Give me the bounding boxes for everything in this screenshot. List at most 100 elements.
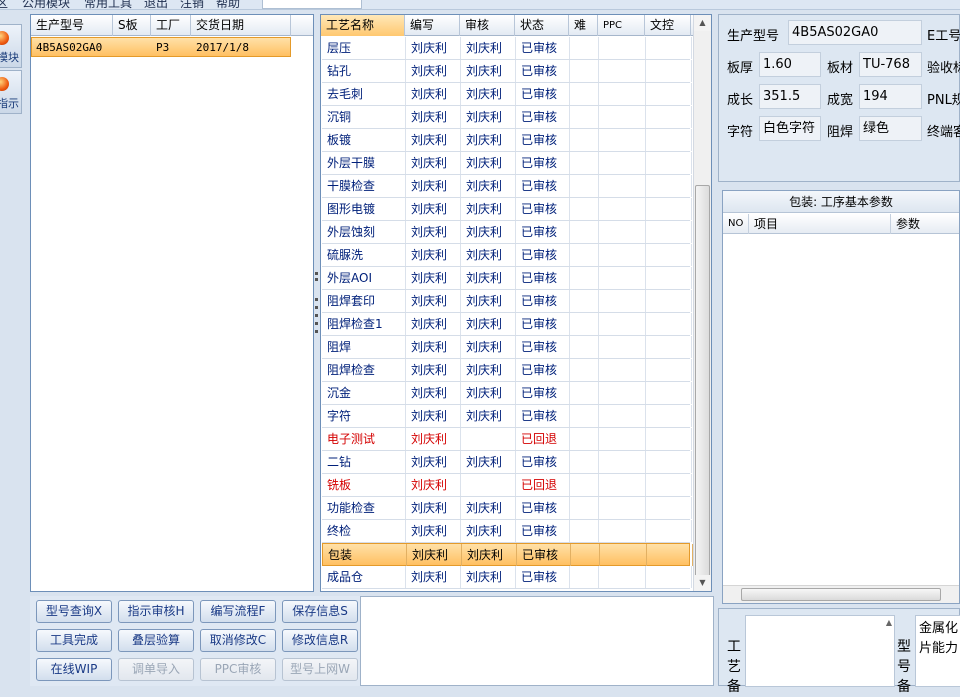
cell-factory: P3 <box>156 41 170 54</box>
table-row[interactable]: 阻焊 刘庆利 刘庆利 已审核 <box>322 336 692 359</box>
table-row[interactable]: 功能检查 刘庆利 刘庆利 已审核 <box>322 497 692 520</box>
menu-search-box[interactable] <box>262 0 362 9</box>
cell-difficulty <box>570 129 599 151</box>
col-model[interactable]: 生产型号 <box>31 15 113 36</box>
edit-flow-button[interactable]: 编写流程F <box>200 600 276 623</box>
cell-reviewer: 刘庆利 <box>461 244 516 266</box>
table-row[interactable]: 二钻 刘庆利 刘庆利 已审核 <box>322 451 692 474</box>
model-query-button[interactable]: 型号查询X <box>36 600 112 623</box>
table-row[interactable]: 字符 刘庆利 刘庆利 已审核 <box>322 405 692 428</box>
cell-author: 刘庆利 <box>406 267 461 289</box>
table-row[interactable]: 阻焊套印 刘庆利 刘庆利 已审核 <box>322 290 692 313</box>
online-wip-button[interactable]: 在线WIP <box>36 658 112 681</box>
scroll-up-arrow-icon[interactable]: ▲ <box>886 618 892 627</box>
table-row[interactable]: 干膜检查 刘庆利 刘庆利 已审核 <box>322 175 692 198</box>
table-row[interactable]: 电子测试 刘庆利 已回退 <box>322 428 692 451</box>
thickness-field[interactable]: 1.60 <box>759 52 821 77</box>
table-row[interactable]: 沉铜 刘庆利 刘庆利 已审核 <box>322 106 692 129</box>
cell-author: 刘庆利 <box>406 198 461 220</box>
table-row[interactable]: 4B5AS02GA0 P3 2017/1/8 <box>31 37 291 57</box>
params-title: 包装: 工序基本参数 <box>723 191 959 213</box>
accept-label: 验收标 <box>927 61 960 76</box>
cell-doc-control <box>646 313 692 335</box>
scroll-thumb[interactable] <box>695 185 710 577</box>
table-row[interactable]: 硫脲洗 刘庆利 刘庆利 已审核 <box>322 244 692 267</box>
cell-reviewer: 刘庆利 <box>461 405 516 427</box>
cell-difficulty <box>570 336 599 358</box>
menu-item-exit[interactable]: 退出 <box>144 0 168 9</box>
col-author[interactable]: 编写 <box>405 15 460 36</box>
col-reviewer[interactable]: 审核 <box>460 15 515 36</box>
tool-complete-button[interactable]: 工具完成 <box>36 629 112 652</box>
stackup-check-button[interactable]: 叠层验算 <box>118 629 194 652</box>
mask-field[interactable]: 绿色 <box>859 116 922 141</box>
col-difficulty[interactable]: 难 <box>569 15 598 36</box>
cell-process-name: 成品仓 <box>322 566 406 588</box>
save-info-button[interactable]: 保存信息S <box>282 600 358 623</box>
table-row[interactable]: 阻焊检查1 刘庆利 刘庆利 已审核 <box>322 313 692 336</box>
col-doc-control[interactable]: 文控 <box>645 15 691 36</box>
cell-doc-control <box>646 290 692 312</box>
length-field[interactable]: 351.5 <box>759 84 821 109</box>
review-instruction-button[interactable]: 指示审核H <box>118 600 194 623</box>
menu-item-logout[interactable]: 注销 <box>180 0 204 9</box>
nav-instruction-button[interactable]: 指示 <box>0 70 22 114</box>
cancel-edit-button[interactable]: 取消修改C <box>200 629 276 652</box>
ppc-review-button[interactable]: PPC审核 <box>200 658 276 681</box>
order-import-button[interactable]: 调单导入 <box>118 658 194 681</box>
model-publish-button[interactable]: 型号上网W <box>282 658 358 681</box>
col-item[interactable]: 项目 <box>749 214 891 234</box>
table-row[interactable]: 沉金 刘庆利 刘庆利 已审核 <box>322 382 692 405</box>
table-row[interactable]: 成品仓 刘庆利 刘庆利 已审核 <box>322 566 692 589</box>
width-field[interactable]: 194 <box>859 84 922 109</box>
col-status[interactable]: 状态 <box>515 15 569 36</box>
col-s-board[interactable]: S板 <box>113 15 151 36</box>
table-row[interactable]: 钻孔 刘庆利 刘庆利 已审核 <box>322 60 692 83</box>
cell-status: 已回退 <box>516 474 570 496</box>
cell-author: 刘庆利 <box>406 359 461 381</box>
model-remark-textarea[interactable]: 金属化 片能力 <box>915 615 960 687</box>
cell-status: 已审核 <box>516 405 570 427</box>
process-remark-textarea[interactable]: ▲ <box>745 615 895 687</box>
params-hscrollbar[interactable] <box>723 585 959 603</box>
material-field[interactable]: TU-768 <box>859 52 922 77</box>
table-row[interactable]: 外层蚀刻 刘庆利 刘庆利 已审核 <box>322 221 692 244</box>
cell-difficulty <box>570 83 599 105</box>
table-row[interactable]: 图形电镀 刘庆利 刘庆利 已审核 <box>322 198 692 221</box>
nav-module-button[interactable]: 模块 <box>0 24 22 68</box>
table-row[interactable]: 终检 刘庆利 刘庆利 已审核 <box>322 520 692 543</box>
model-field[interactable]: 4B5AS02GA0 <box>788 20 922 45</box>
col-factory[interactable]: 工厂 <box>151 15 191 36</box>
col-param[interactable]: 参数 <box>891 214 959 234</box>
product-table-header: 生产型号 S板 工厂 交货日期 <box>31 15 313 36</box>
cell-reviewer: 刘庆利 <box>461 313 516 335</box>
char-field[interactable]: 白色字符 <box>759 116 821 141</box>
cell-author: 刘庆利 <box>406 37 461 59</box>
hscroll-thumb[interactable] <box>741 588 941 601</box>
table-row[interactable]: 阻焊检查 刘庆利 刘庆利 已审核 <box>322 359 692 382</box>
menu-item-help[interactable]: 帮助 <box>216 0 240 9</box>
process-table-scrollbar[interactable]: ▲ ▼ <box>693 15 711 591</box>
cell-process-name: 终检 <box>322 520 406 542</box>
table-row[interactable]: 外层干膜 刘庆利 刘庆利 已审核 <box>322 152 692 175</box>
table-row[interactable]: 包装 刘庆利 刘庆利 已审核 <box>322 543 693 566</box>
col-ppc[interactable]: PPC <box>598 15 645 36</box>
table-row[interactable]: 去毛刺 刘庆利 刘庆利 已审核 <box>322 83 692 106</box>
menu-item[interactable]: 区 <box>0 0 8 9</box>
product-table: 生产型号 S板 工厂 交货日期 4B5AS02GA0 P3 2017/1/8 <box>30 14 314 592</box>
col-delivery-date[interactable]: 交货日期 <box>191 15 291 36</box>
mask-label: 阻焊 <box>827 125 854 140</box>
scroll-up-arrow-icon[interactable]: ▲ <box>694 15 711 31</box>
menu-item-public-modules[interactable]: 公用模块 <box>22 0 70 9</box>
col-no[interactable]: NO <box>723 214 749 234</box>
scroll-down-arrow-icon[interactable]: ▼ <box>694 575 711 591</box>
table-row[interactable]: 层压 刘庆利 刘庆利 已审核 <box>322 37 692 60</box>
menu-item-tools[interactable]: 常用工具 <box>84 0 132 9</box>
table-row[interactable]: 板镀 刘庆利 刘庆利 已审核 <box>322 129 692 152</box>
table-row[interactable]: 外层AOI 刘庆利 刘庆利 已审核 <box>322 267 692 290</box>
table-row[interactable]: 铣板 刘庆利 已回退 <box>322 474 692 497</box>
cell-author: 刘庆利 <box>406 290 461 312</box>
cell-difficulty <box>570 37 599 59</box>
edit-info-button[interactable]: 修改信息R <box>282 629 358 652</box>
col-process-name[interactable]: 工艺名称 <box>321 15 405 36</box>
